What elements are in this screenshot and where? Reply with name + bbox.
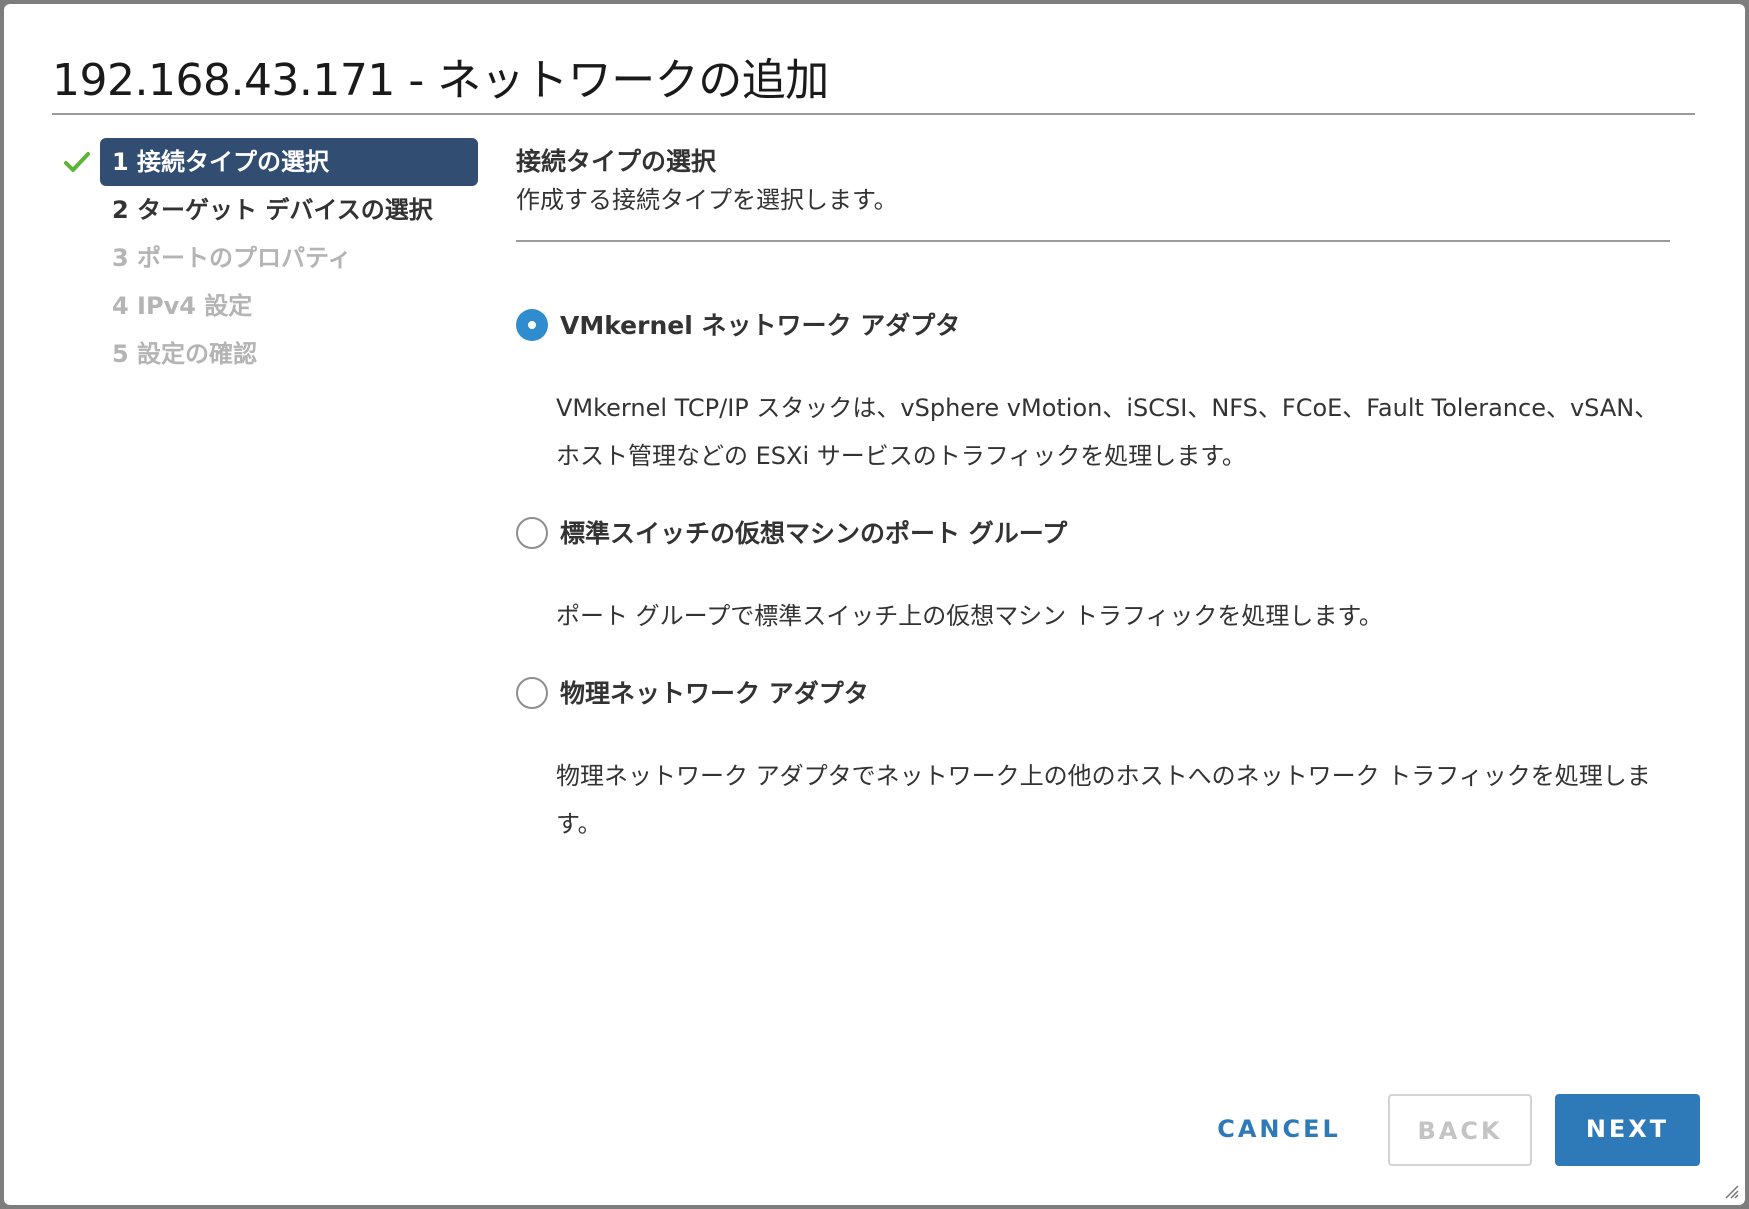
step-target-device[interactable]: 2 ターゲット デバイスの選択 [64,186,478,234]
resize-grip-icon[interactable] [1721,1181,1739,1199]
back-button[interactable]: BACK [1388,1094,1532,1166]
step-label: 3 ポートのプロパティ [112,244,352,272]
option-vm-port-group: 標準スイッチの仮想マシンのポート グループ ポート グループで標準スイッチ上の仮… [516,514,1670,640]
option-vmkernel-row[interactable]: VMkernel ネットワーク アダプタ [516,306,1670,346]
next-button[interactable]: NEXT [1555,1094,1700,1166]
content-heading: 接続タイプの選択 [516,147,717,176]
step-label: 1 接続タイプの選択 [112,148,330,176]
dialog-title: 192.168.43.171 - ネットワークの追加 [52,55,829,106]
check-icon [64,152,90,172]
option-physical-adapter: 物理ネットワーク アダプタ 物理ネットワーク アダプタでネットワーク上の他のホス… [516,674,1670,848]
option-physical-adapter-row[interactable]: 物理ネットワーク アダプタ [516,674,1670,714]
title-divider [52,113,1695,115]
content-header: 接続タイプの選択 作成する接続タイプを選択します。 [516,144,1670,220]
wizard-steps: 1 接続タイプの選択 2 ターゲット デバイスの選択 3 ポートのプロパティ 4… [64,138,478,378]
radio-vmkernel[interactable] [516,309,548,341]
option-description: 物理ネットワーク アダプタでネットワーク上の他のホストへのネットワーク トラフィ… [556,762,1651,838]
option-vmkernel-adapter: VMkernel ネットワーク アダプタ VMkernel TCP/IP スタッ… [516,306,1670,480]
step-label: 2 ターゲット デバイスの選択 [112,196,433,224]
step-ipv4-settings: 4 IPv4 設定 [64,282,478,330]
step-connection-type[interactable]: 1 接続タイプの選択 [64,138,478,186]
option-description: VMkernel TCP/IP スタックは、vSphere vMotion、iS… [556,394,1659,470]
option-label[interactable]: 標準スイッチの仮想マシンのポート グループ [560,514,1067,554]
content-divider [516,240,1670,242]
step-label: 4 IPv4 設定 [112,292,253,320]
step-port-properties: 3 ポートのプロパティ [64,234,478,282]
cancel-button[interactable]: CANCEL [1204,1094,1354,1166]
radio-physical-adapter[interactable] [516,677,548,709]
content-subheading: 作成する接続タイプを選択します。 [516,186,898,214]
option-description: ポート グループで標準スイッチ上の仮想マシン トラフィックを処理します。 [556,602,1383,630]
add-network-dialog: 192.168.43.171 - ネットワークの追加 1 接続タイプの選択 2 … [4,4,1745,1205]
step-ready-to-complete: 5 設定の確認 [64,330,478,378]
option-label[interactable]: VMkernel ネットワーク アダプタ [560,306,960,346]
option-vm-port-group-row[interactable]: 標準スイッチの仮想マシンのポート グループ [516,514,1670,554]
radio-vm-port-group[interactable] [516,517,548,549]
step-label: 5 設定の確認 [112,340,258,368]
option-label[interactable]: 物理ネットワーク アダプタ [560,674,869,714]
